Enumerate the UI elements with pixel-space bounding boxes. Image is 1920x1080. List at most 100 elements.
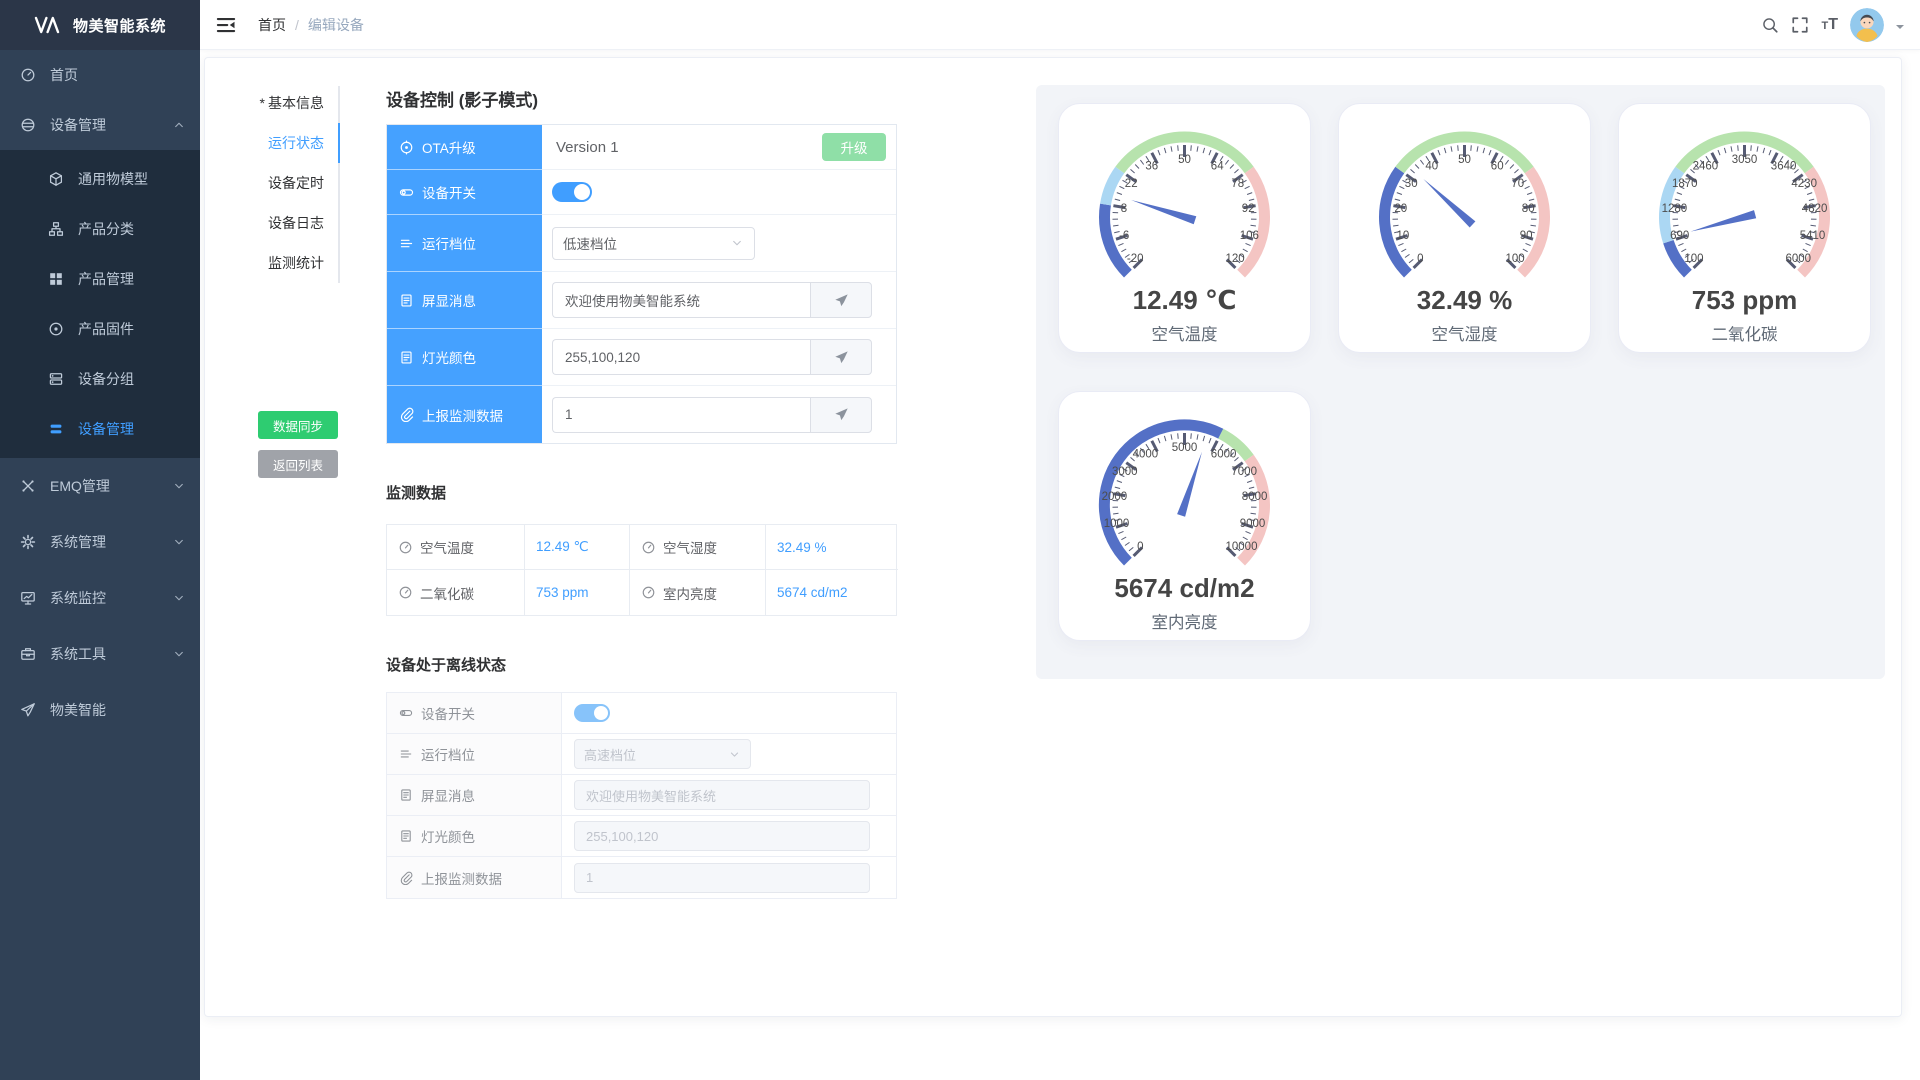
shadow-label-report: 上报监测数据 [387, 386, 542, 443]
gauge-title: 空气湿度 [1339, 321, 1590, 345]
gauge-icon [398, 585, 413, 600]
font-size-icon[interactable]: TT [1821, 16, 1838, 35]
shadow-label-ota: OTA升级 [387, 125, 542, 170]
sidebar-item-label: 设备管理 [50, 115, 106, 135]
list-icon [48, 421, 64, 437]
report-input-group [552, 397, 872, 433]
data-sync-button[interactable]: 数据同步 [258, 411, 338, 439]
svg-text:92: 92 [1242, 203, 1255, 215]
tab-active-bar [338, 123, 340, 163]
gauge-chart: 0102030405060708090100 [1339, 113, 1590, 285]
svg-text:8: 8 [1121, 203, 1127, 215]
svg-text:2460: 2460 [1693, 160, 1719, 172]
tab-运行状态[interactable]: 运行状态 [205, 123, 338, 163]
tab-监测统计[interactable]: 监测统计 [205, 243, 338, 283]
svg-text:10: 10 [1397, 230, 1410, 242]
doc-icon [399, 829, 413, 843]
svg-text:9000: 9000 [1240, 518, 1266, 530]
offline-row-message: 屏显消息 [387, 775, 896, 816]
hamburger-icon[interactable] [216, 15, 236, 35]
field-label: 屏显消息 [422, 290, 476, 310]
shadow-panel-title: 设备控制 (影子模式) [386, 86, 538, 111]
field-label: 屏显消息 [421, 785, 475, 805]
monitor-label: 空气温度 [387, 525, 525, 570]
gauge-chart: 0100020003000400050006000700080009000100… [1059, 401, 1310, 573]
shadow-label-message: 屏显消息 [387, 272, 542, 329]
gauge-card-2: 010203040506070809010032.49 %空气湿度 [1338, 103, 1591, 353]
message-input[interactable] [552, 282, 810, 318]
color-input[interactable] [552, 339, 810, 375]
report-input[interactable] [552, 397, 810, 433]
send-message-button[interactable] [810, 282, 872, 318]
cube-icon [48, 171, 64, 187]
message-input-group [552, 282, 872, 318]
device-power-toggle[interactable] [552, 182, 592, 202]
shadow-row-report: 上报监测数据 [387, 386, 896, 443]
sidebar-item-thing-model[interactable]: 通用物模型 [0, 154, 200, 204]
svg-text:90: 90 [1520, 230, 1533, 242]
monitor-label-text: 空气湿度 [663, 537, 717, 557]
app-logo[interactable]: 物美智能系统 [0, 0, 200, 50]
levels-icon [399, 236, 414, 251]
gauge-title: 二氧化碳 [1619, 321, 1870, 345]
tab-设备定时[interactable]: 设备定时 [205, 163, 338, 203]
breadcrumb-item: 编辑设备 [308, 15, 364, 35]
sidebar-item-device-list[interactable]: 设备管理 [0, 404, 200, 454]
sidebar-item-device-management[interactable]: 设备管理 [0, 100, 200, 150]
offline-control-report [562, 857, 896, 898]
svg-text:3000: 3000 [1112, 466, 1138, 478]
monitor-value: 32.49 % [766, 525, 898, 570]
svg-text:80: 80 [1522, 203, 1535, 215]
sidebar-item-product-category[interactable]: 产品分类 [0, 204, 200, 254]
tab-list: *基本信息运行状态设备定时设备日志监测统计 [205, 83, 338, 283]
back-to-list-button[interactable]: 返回列表 [258, 450, 338, 478]
chevron-down-icon [172, 591, 186, 605]
svg-text:6000: 6000 [1786, 253, 1812, 265]
tab-label: 设备日志 [268, 215, 324, 231]
offline-label-report: 上报监测数据 [387, 857, 562, 898]
svg-text:4230: 4230 [1791, 178, 1817, 190]
tab-设备日志[interactable]: 设备日志 [205, 203, 338, 243]
gauge-icon [398, 540, 413, 555]
gauge-value: 32.49 % [1339, 287, 1590, 313]
sidebar-item-emq-management[interactable]: EMQ管理 [0, 458, 200, 514]
sidebar-item-device-group[interactable]: 设备分组 [0, 354, 200, 404]
field-label: 上报监测数据 [422, 405, 503, 425]
monitor-label: 空气湿度 [630, 525, 766, 570]
sidebar-item-home[interactable]: 首页 [0, 50, 200, 100]
sidebar-item-system-tools[interactable]: 系统工具 [0, 626, 200, 682]
gauge-card-4: 0100020003000400050006000700080009000100… [1058, 391, 1311, 641]
sidebar-item-system-management[interactable]: 系统管理 [0, 514, 200, 570]
upgrade-button[interactable]: 升级 [822, 133, 886, 161]
svg-text:690: 690 [1670, 230, 1689, 242]
shadow-value-message [542, 272, 896, 329]
send-color-button[interactable] [810, 339, 872, 375]
caret-down-icon[interactable] [1896, 25, 1904, 33]
offline-row-color: 灯光颜色 [387, 816, 896, 857]
chevron-down-icon [730, 236, 744, 250]
send-report-button[interactable] [810, 397, 872, 433]
sidebar-item-product-management[interactable]: 产品管理 [0, 254, 200, 304]
svg-text:0: 0 [1137, 541, 1143, 553]
gauge-title: 室内亮度 [1059, 609, 1310, 633]
offline-control-color [562, 816, 896, 856]
fullscreen-icon[interactable] [1791, 16, 1809, 34]
gear-level-select[interactable]: 低速档位 [552, 227, 755, 260]
search-icon[interactable] [1761, 16, 1779, 34]
svg-text:1280: 1280 [1662, 203, 1688, 215]
chevron-down-icon [172, 479, 186, 493]
sidebar-item-label: 系统工具 [50, 644, 106, 664]
switch-icon [399, 706, 413, 720]
sidebar-item-product-firmware[interactable]: 产品固件 [0, 304, 200, 354]
gauge-title: 空气温度 [1059, 321, 1310, 345]
shadow-value-power [542, 170, 896, 215]
shadow-label-gear: 运行档位 [387, 215, 542, 272]
avatar[interactable] [1850, 8, 1884, 42]
breadcrumb-item[interactable]: 首页 [258, 15, 286, 35]
sidebar-item-system-monitor[interactable]: 系统监控 [0, 570, 200, 626]
navbar-tools: TT [1761, 0, 1920, 50]
offline-control-message [562, 775, 896, 815]
svg-text:3050: 3050 [1732, 154, 1758, 166]
tab-基本信息[interactable]: *基本信息 [205, 83, 338, 123]
sidebar-item-wumei-smart[interactable]: 物美智能 [0, 682, 200, 738]
